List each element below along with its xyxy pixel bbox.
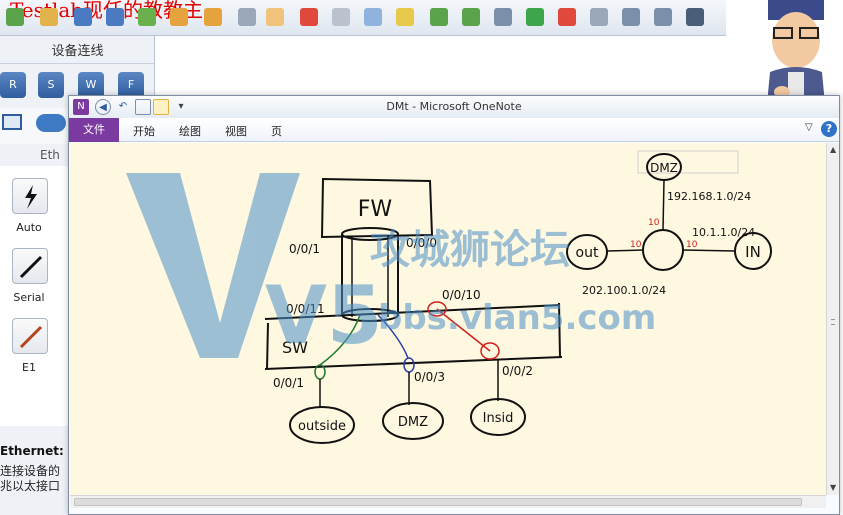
save-icon[interactable] — [74, 8, 92, 26]
save-as-icon[interactable] — [106, 8, 124, 26]
port-fw-left: 0/0/1 — [289, 242, 320, 256]
tab-draw[interactable]: 绘图 — [179, 123, 201, 139]
handwritten-diagram: FW SW 0/0/1 0/0/0 0/0/11 0/0/10 0/0/1 0/… — [126, 150, 772, 444]
main-toolbar: Testlab现任的教教主 — [0, 0, 730, 36]
grid-icon[interactable] — [654, 8, 672, 26]
redo-icon[interactable] — [204, 8, 222, 26]
horizontal-scrollbar[interactable] — [70, 495, 826, 508]
ethernet-tab[interactable]: Eth — [40, 148, 60, 162]
scroll-thumb-grip[interactable] — [831, 319, 835, 325]
topo-net-out: 202.100.1.0/24 — [582, 284, 666, 297]
onenote-window: N ◀ ↶ ▾ DMt - Microsoft OneNote 文件 开始 绘图… — [68, 95, 840, 515]
cable-serial[interactable] — [12, 248, 48, 284]
topo-link-dmz — [662, 179, 665, 231]
e1-cable-icon — [19, 325, 43, 349]
note-canvas[interactable]: FW SW 0/0/1 0/0/0 0/0/11 0/0/10 0/0/1 0/… — [70, 143, 826, 495]
topo-out-label: out — [576, 245, 599, 261]
watermark-cn-text: 攻城狮论坛 — [370, 227, 570, 273]
host-inside-label: Insid — [483, 411, 514, 426]
cli-icon[interactable] — [686, 8, 704, 26]
topo-fw-node — [642, 229, 684, 271]
tab-file[interactable]: 文件 — [69, 118, 119, 142]
topo-in-label: IN — [745, 243, 761, 261]
info-title: Ethernet: — [0, 444, 64, 458]
tab-home[interactable]: 开始 — [133, 123, 155, 139]
port-sw-2: 0/0/2 — [502, 364, 533, 378]
comment-icon[interactable] — [364, 8, 382, 26]
port-marker-blue — [403, 357, 415, 373]
open-icon[interactable] — [40, 8, 58, 26]
cable-auto[interactable] — [12, 178, 48, 214]
start-icon[interactable] — [526, 8, 544, 26]
topo-mark-out: 10 — [630, 240, 642, 250]
zoom-in-icon[interactable] — [430, 8, 448, 26]
topo-mark-dmz: 10 — [648, 218, 660, 228]
pc-icon[interactable] — [2, 114, 22, 130]
title-bar: N ◀ ↶ ▾ DMt - Microsoft OneNote — [69, 96, 839, 118]
lightning-icon — [25, 185, 37, 209]
port-sw-1: 0/0/1 — [273, 376, 304, 390]
info-text: 连接设备的兆以太接口 — [0, 464, 61, 493]
scroll-thumb[interactable] — [74, 498, 802, 506]
scroll-up-icon[interactable]: ▲ — [830, 145, 836, 154]
undo-icon[interactable] — [170, 8, 188, 26]
topo-mark-in: 10 — [686, 240, 698, 250]
cable-serial-label: Serial — [13, 291, 45, 304]
capture-icon[interactable] — [590, 8, 608, 26]
cable-e1-label: E1 — [22, 361, 36, 374]
serial-cable-icon — [19, 255, 43, 279]
cable-auto-label: Auto — [16, 221, 42, 234]
watermark-logo-text: V5 — [265, 269, 383, 362]
switch-icon[interactable]: S — [38, 72, 64, 98]
topo-dmz-label: DMZ — [650, 161, 678, 175]
topo-net-in: 10.1.1.0/24 — [692, 226, 755, 239]
fit-icon[interactable] — [494, 8, 512, 26]
zoom-out-icon[interactable] — [462, 8, 480, 26]
scroll-down-icon[interactable]: ▼ — [830, 483, 836, 492]
sidebar-header: 设备连线 — [0, 40, 155, 64]
tab-view[interactable]: 视图 — [225, 123, 247, 139]
stop-icon[interactable] — [558, 8, 576, 26]
hand-icon[interactable] — [266, 8, 284, 26]
topo-net-dmz: 192.168.1.0/24 — [667, 190, 751, 203]
host-dmz-label: DMZ — [398, 415, 428, 430]
ribbon-expand-icon[interactable]: ▽ — [805, 122, 813, 133]
ribbon: 文件 开始 绘图 视图 页 ▽ ? — [69, 118, 839, 142]
cloud-icon[interactable] — [36, 114, 66, 132]
cable-panel: Auto Serial E1 — [0, 166, 70, 426]
fw-label: FW — [358, 197, 393, 222]
tab-page[interactable]: 页 — [271, 123, 282, 139]
topo-link-in — [682, 249, 736, 252]
select-icon[interactable] — [238, 8, 256, 26]
help-icon[interactable]: ? — [821, 121, 837, 137]
topo-link-out — [606, 249, 644, 252]
topology-icon[interactable] — [622, 8, 640, 26]
host-outside-label: outside — [298, 419, 346, 434]
vertical-scrollbar[interactable]: ▲ ▼ — [826, 143, 839, 495]
print-icon[interactable] — [138, 8, 156, 26]
new-icon[interactable] — [6, 8, 24, 26]
port-sw-3: 0/0/3 — [414, 370, 445, 384]
router-icon[interactable]: R — [0, 72, 26, 98]
window-title: DMt - Microsoft OneNote — [386, 100, 522, 113]
erase-icon[interactable] — [332, 8, 350, 26]
watermark-url-text: bbs.vlan5.com — [378, 298, 656, 338]
rectangle-icon[interactable] — [396, 8, 414, 26]
cable-e1[interactable] — [12, 318, 48, 354]
delete-icon[interactable] — [300, 8, 318, 26]
